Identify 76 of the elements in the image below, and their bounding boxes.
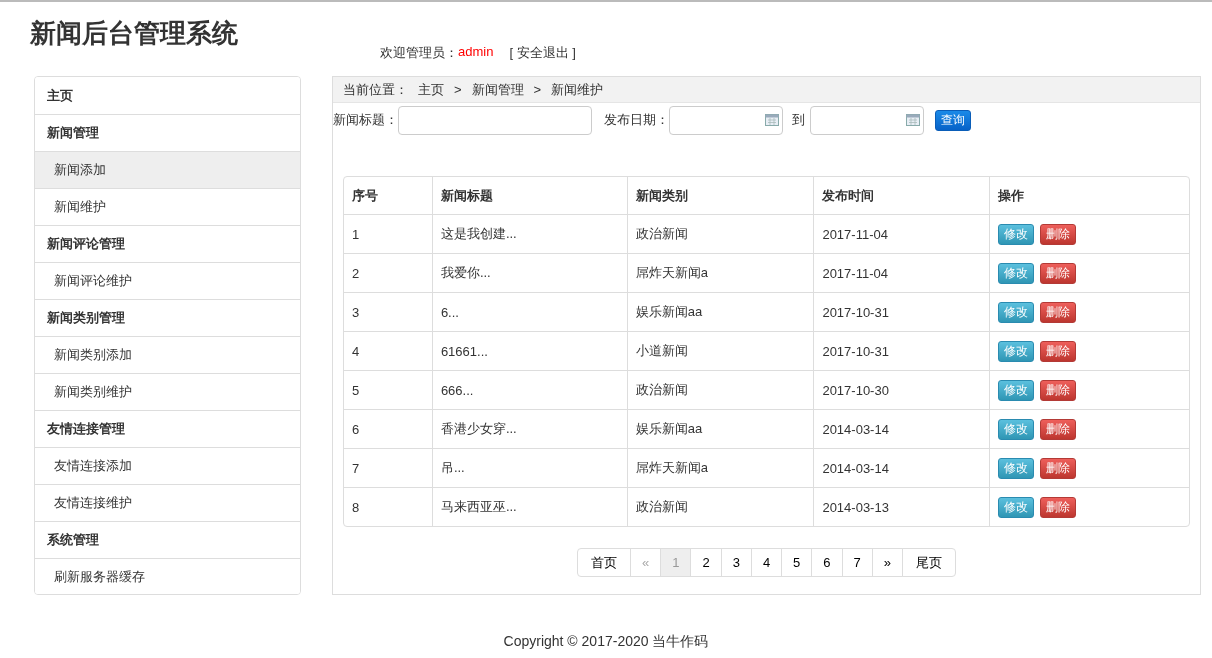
table-cell: 61661... [431,331,627,370]
page-link[interactable]: » [871,548,904,577]
table-cell: 娱乐新闻aa [626,409,814,448]
table-cell: 2014-03-14 [813,448,990,487]
table-cell: 2014-03-14 [813,409,990,448]
sidebar-item[interactable]: 新闻添加 [35,151,300,188]
delete-button[interactable]: 删除 [1040,340,1077,362]
logout-link[interactable]: [ 安全退出 ] [509,44,576,62]
delete-button[interactable]: 删除 [1040,379,1077,401]
table-cell: 2017-10-31 [813,331,990,370]
table-cell: 3 [344,292,432,331]
column-header: 新闻类别 [626,177,814,214]
table-cell: 屌炸天新闻a [626,253,814,292]
table-cell: 香港少女穿... [431,409,627,448]
end-date-input[interactable] [810,105,924,135]
table-cell: 政治新闻 [626,487,814,526]
delete-button[interactable]: 删除 [1040,223,1077,245]
page-link[interactable]: 3 [720,548,752,577]
breadcrumb-separator: > [454,82,462,97]
calendar-icon[interactable] [765,113,779,126]
table-cell: 1 [344,214,432,253]
copyright-text: Copyright © 2017-2020 当牛作码 [503,633,709,649]
table-cell: 6... [431,292,627,331]
to-label: 到 [792,111,805,129]
column-header: 发布时间 [813,177,990,214]
page-link[interactable]: 7 [841,548,873,577]
table-cell: 2017-10-31 [813,292,990,331]
calendar-icon[interactable] [906,113,920,126]
date-label: 发布日期： [604,111,669,129]
table-cell: 8 [344,487,432,526]
breadcrumb-link[interactable]: 新闻维护 [551,80,604,99]
delete-button[interactable]: 删除 [1040,496,1077,518]
title-label: 新闻标题： [333,111,398,129]
breadcrumb-separator: > [533,82,542,97]
table-cell: 2017-11-04 [813,253,990,292]
table-cell: 小道新闻 [626,331,814,370]
breadcrumb-label: 当前位置： [343,80,408,99]
table-cell: 4 [344,331,432,370]
table-cell: 政治新闻 [626,214,814,253]
table-cell: 屌炸天新闻a [626,448,814,487]
page-link[interactable]: 首页 [576,548,631,577]
breadcrumb-link[interactable]: 新闻管理 [471,80,524,99]
table-cell: 6 [344,409,432,448]
table-cell: 我爱你... [431,253,627,292]
table-cell: 这是我创建... [431,214,627,253]
table-cell: 2017-11-04 [813,214,990,253]
page-link[interactable]: 2 [690,548,722,577]
username: admin [458,44,494,61]
table-cell: 666... [431,370,627,409]
table-cell: 马来西亚巫... [431,487,627,526]
table-cell: 娱乐新闻aa [626,292,814,331]
table-cell: 2017-10-30 [813,370,990,409]
delete-button[interactable]: 删除 [1040,262,1077,284]
column-header: 操作 [989,177,1189,214]
table-cell: 吊... [431,448,627,487]
delete-button[interactable]: 删除 [1040,457,1077,479]
welcome-label: 欢迎管理员： [380,44,458,62]
breadcrumb-link[interactable]: 主页 [418,80,444,99]
table-cell: 2 [344,253,432,292]
table-cell: 2014-03-13 [813,487,990,526]
sidebar-item[interactable]: 刷新服务器缓存 [35,558,300,594]
column-header: 序号 [351,186,379,205]
title-input[interactable] [398,105,592,135]
table-cell: 7 [344,448,432,487]
page-link[interactable]: 6 [811,548,843,577]
delete-button[interactable]: 删除 [1040,301,1077,323]
column-header: 新闻标题 [431,177,627,214]
table-cell: 政治新闻 [626,370,814,409]
page-link[interactable]: 5 [781,548,813,577]
page-link[interactable]: 4 [750,548,783,577]
table-cell: 5 [344,370,432,409]
start-date-input[interactable] [669,105,783,135]
delete-button[interactable]: 删除 [1040,418,1077,440]
search-button[interactable]: 查询 [935,109,971,131]
page-link[interactable]: 尾页 [902,548,957,577]
app-title: 新闻后台管理系统 [30,17,238,50]
